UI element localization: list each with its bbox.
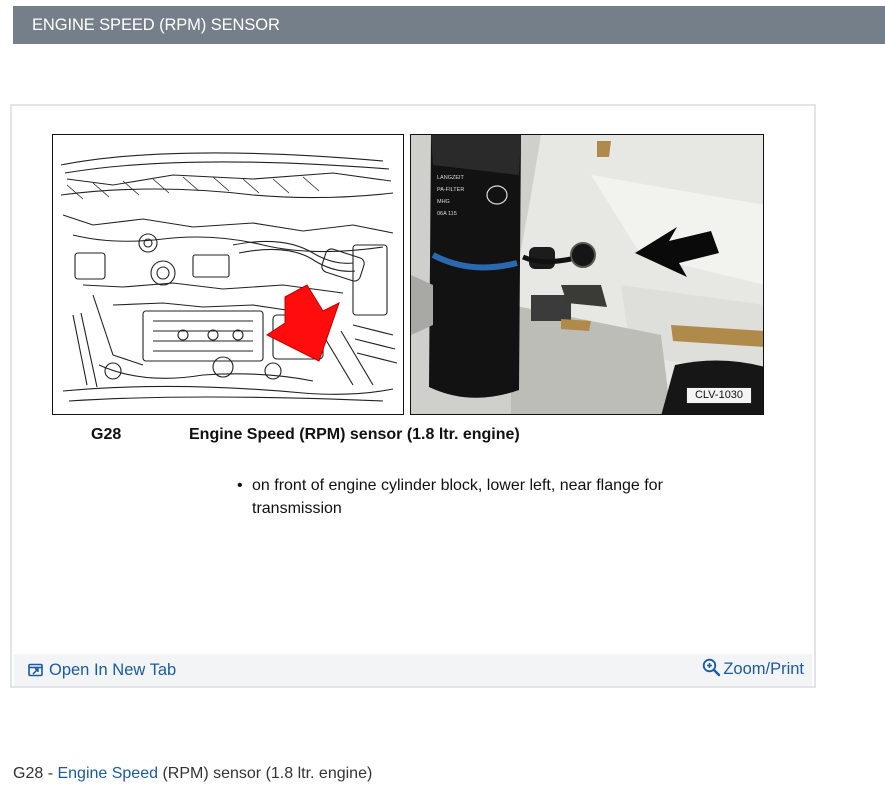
bullet-marker: • (237, 477, 243, 494)
zoom-print-label: Zoom/Print (723, 660, 804, 678)
caption-suffix: (RPM) sensor (1.8 ltr. engine) (158, 765, 373, 782)
image-action-bar: Open In New Tab Zoom/Print (14, 654, 812, 686)
svg-text:LANGZEIT: LANGZEIT (437, 175, 465, 181)
diagram-viewer: LANGZEIT PA-FILTER MHG 06A 115 CLV-1030 … (10, 104, 816, 688)
sensor-location-photo: LANGZEIT PA-FILTER MHG 06A 115 CLV-1030 (410, 134, 764, 415)
sensor-photo-svg: LANGZEIT PA-FILTER MHG 06A 115 (411, 135, 763, 414)
section-title: ENGINE SPEED (RPM) SENSOR (32, 16, 280, 34)
photo-code-label: CLV-1030 (686, 387, 752, 404)
open-in-new-tab-label: Open In New Tab (49, 661, 177, 679)
part-title: Engine Speed (RPM) sensor (1.8 ltr. engi… (189, 426, 520, 443)
svg-text:06A 115: 06A 115 (437, 211, 457, 217)
red-arrow-indicator (266, 284, 340, 362)
svg-text:MHG: MHG (437, 199, 450, 205)
engine-line-drawing (52, 134, 404, 415)
location-note-text: on front of engine cylinder block, lower… (252, 477, 663, 517)
zoom-in-icon (702, 658, 721, 683)
image-caption: G28 - Engine Speed (RPM) sensor (1.8 ltr… (13, 763, 372, 785)
part-code: G28 (91, 426, 122, 443)
caption-prefix: G28 - (13, 765, 58, 782)
section-header: ENGINE SPEED (RPM) SENSOR (13, 6, 885, 44)
open-in-new-tab-link[interactable]: Open In New Tab (28, 660, 176, 680)
diagram-image[interactable]: LANGZEIT PA-FILTER MHG 06A 115 CLV-1030 … (14, 108, 812, 654)
open-new-tab-icon (28, 662, 43, 682)
location-note: • on front of engine cylinder block, low… (237, 474, 757, 520)
zoom-print-link[interactable]: Zoom/Print (702, 658, 804, 680)
svg-text:PA-FILTER: PA-FILTER (437, 187, 464, 193)
caption-engine-speed-link[interactable]: Engine Speed (57, 765, 158, 782)
engine-drawing-svg (60, 152, 398, 402)
